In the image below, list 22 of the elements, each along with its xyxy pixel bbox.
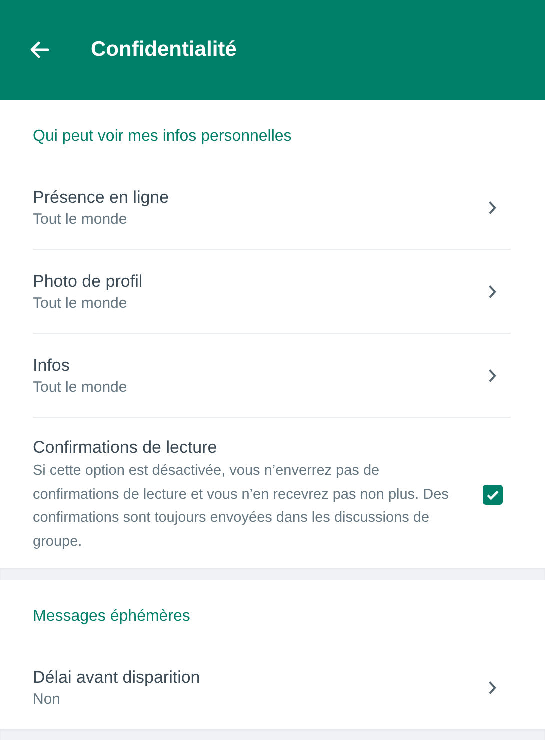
item-label: Présence en ligne: [33, 187, 170, 209]
item-description: Si cette option est désactivée, vous n’enverrez pas de confirmations de lecture et vous n’en recevrez pas non plus. Des confirmations sont toujours envoyées dans les discussions de groupe.: [33, 462, 450, 552]
item-value: Tout le monde: [33, 378, 128, 398]
settings-item[interactable]: Infos Tout le monde: [33, 334, 511, 418]
item-value: Tout le monde: [33, 294, 128, 314]
settings-item[interactable]: Photo de profil Tout le monde: [33, 250, 511, 334]
item-value: Tout le monde: [33, 210, 128, 230]
chevron-icon: [488, 285, 497, 299]
item-label: Photo de profil: [33, 271, 144, 293]
chevron-icon: [488, 369, 497, 383]
item-value: Non: [33, 690, 62, 710]
chevron-icon: [488, 681, 497, 695]
item-label: Délai avant disparition: [33, 667, 202, 689]
checkbox[interactable]: [483, 485, 503, 505]
page-title: Confidentialité: [91, 38, 237, 62]
settings-item[interactable]: Présence en ligne Tout le monde: [33, 166, 511, 250]
chevron-icon: [488, 201, 497, 215]
settings-item[interactable]: Délai avant disparition Non: [33, 646, 511, 729]
item-label: Infos: [33, 355, 71, 377]
section-title: Messages éphémères: [33, 608, 190, 625]
section-title: Qui peut voir mes infos personnelles: [33, 128, 292, 145]
item-label: Confirmations de lecture: [33, 437, 218, 459]
